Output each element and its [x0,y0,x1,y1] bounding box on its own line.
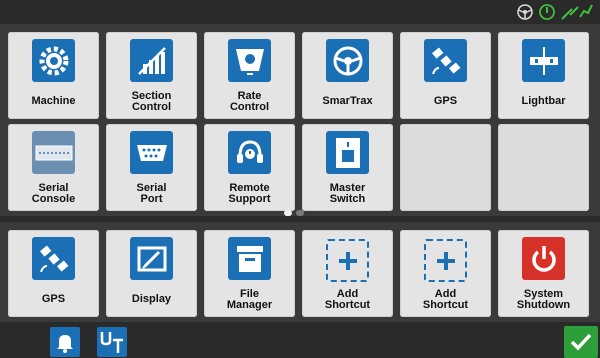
tile-remote-support[interactable]: Remote Support [204,124,295,211]
tile-smartrax[interactable]: SmarTrax [302,32,393,119]
tile-label: Machine [31,95,76,107]
steering-wheel-icon [326,39,369,82]
section-control-icon [130,39,173,82]
tile-serial-port[interactable]: Serial Port [106,124,197,211]
tile-label: Section Control [131,90,172,113]
empty-tile [498,124,589,211]
shortcut-gps[interactable]: GPS [8,230,99,317]
tile-machine[interactable]: Machine [8,32,99,119]
tile-lightbar[interactable]: Lightbar [498,32,589,119]
power-icon [538,3,556,21]
master-switch-icon [326,131,369,174]
serial-port-icon [130,131,173,174]
tile-label: Add Shortcut [422,288,469,311]
tile-gps[interactable]: GPS [400,32,491,119]
tile-section-control[interactable]: Section Control [106,32,197,119]
tile-label: GPS [41,293,66,305]
tile-label: Remote Support [228,182,271,205]
shortcut-system-shutdown[interactable]: System Shutdown [498,230,589,317]
add-icon [424,239,467,282]
headset-icon [228,131,271,174]
tile-label: Add Shortcut [324,288,371,311]
empty-tile [400,124,491,211]
satellite-icon [32,237,75,280]
satellite-signal-icon [560,3,594,21]
tile-label: Serial Console [31,182,76,205]
page-indicator[interactable] [284,210,304,216]
page-dot-active[interactable] [284,210,292,216]
tile-label: Rate Control [229,90,270,113]
display-icon [130,237,173,280]
steering-wheel-icon [516,3,534,21]
status-bar [0,0,600,24]
shortcut-add-1[interactable]: Add Shortcut [302,230,393,317]
status-icons [516,3,594,21]
page-dot[interactable] [296,210,304,216]
tile-label: System Shutdown [516,288,571,311]
tile-rate-control[interactable]: Rate Control [204,32,295,119]
lightbar-icon [522,39,565,82]
serial-console-icon [32,131,75,174]
shortcut-add-2[interactable]: Add Shortcut [400,230,491,317]
shortcut-display[interactable]: Display [106,230,197,317]
shortcut-panel: GPS Display File Manager Add Shortcut Ad… [0,222,600,322]
power-icon [522,237,565,280]
rate-control-icon [228,39,271,82]
shortcut-file-manager[interactable]: File Manager [204,230,295,317]
tile-label: SmarTrax [322,95,373,107]
tile-label: Display [131,293,172,305]
add-icon [326,239,369,282]
checkmark-icon[interactable] [564,326,598,358]
tile-label: GPS [433,95,458,107]
file-manager-icon [228,237,271,280]
tile-label: Master Switch [329,182,366,205]
gear-icon [32,39,75,82]
ut-icon[interactable] [97,327,127,357]
satellite-icon [424,39,467,82]
tile-master-switch[interactable]: Master Switch [302,124,393,211]
settings-panel: Machine Section Control Rate Control Sma… [0,24,600,216]
tile-label: Serial Port [136,182,167,205]
bell-icon[interactable] [50,327,80,357]
tile-label: Lightbar [521,95,566,107]
tile-serial-console[interactable]: Serial Console [8,124,99,211]
tile-label: File Manager [226,288,273,311]
bottom-bar [0,322,600,358]
